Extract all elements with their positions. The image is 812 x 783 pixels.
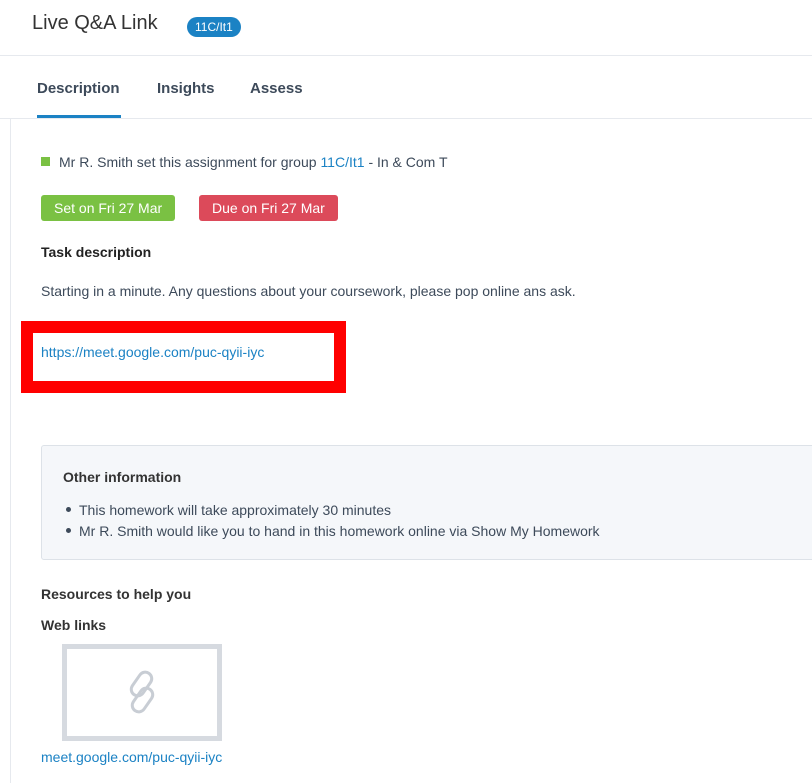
web-links-heading: Web links xyxy=(41,617,107,633)
other-information-box: Other information This homework will tak… xyxy=(41,445,812,560)
other-information-heading: Other information xyxy=(63,469,182,485)
group-link[interactable]: 11C/It1 xyxy=(320,154,364,170)
page-header: Live Q&A Link 11C/It1 xyxy=(0,0,812,56)
status-square-icon xyxy=(41,157,50,166)
web-link[interactable]: meet.google.com/puc-qyii-iyc xyxy=(41,749,222,765)
page-title: Live Q&A Link xyxy=(32,12,158,34)
tab-description[interactable]: Description xyxy=(37,80,120,97)
setter-text: Mr R. Smith set this assignment for grou… xyxy=(59,154,317,170)
tab-bar: Description Insights Assess xyxy=(0,56,812,119)
tab-assess[interactable]: Assess xyxy=(250,80,303,97)
bullet-icon xyxy=(66,507,71,512)
other-information-list: This homework will take approximately 30… xyxy=(63,500,600,542)
bullet-icon xyxy=(66,528,71,533)
web-link-thumbnail[interactable] xyxy=(62,644,222,741)
due-date-badge: Due on Fri 27 Mar xyxy=(199,195,338,221)
group-badge[interactable]: 11C/It1 xyxy=(187,17,241,37)
set-date-badge: Set on Fri 27 Mar xyxy=(41,195,176,221)
task-description-text: Starting in a minute. Any questions abou… xyxy=(41,283,576,299)
resources-heading: Resources to help you xyxy=(41,586,192,602)
assignment-setter: Mr R. Smith set this assignment for grou… xyxy=(41,154,448,170)
list-item: Mr R. Smith would like you to hand in th… xyxy=(63,521,600,542)
task-description-heading: Task description xyxy=(41,244,152,260)
meet-link[interactable]: https://meet.google.com/puc-qyii-iyc xyxy=(41,344,264,360)
subject-text: - In & Com T xyxy=(368,154,448,170)
tab-insights[interactable]: Insights xyxy=(157,80,215,97)
list-item: This homework will take approximately 30… xyxy=(63,500,600,521)
link-icon xyxy=(129,670,155,714)
